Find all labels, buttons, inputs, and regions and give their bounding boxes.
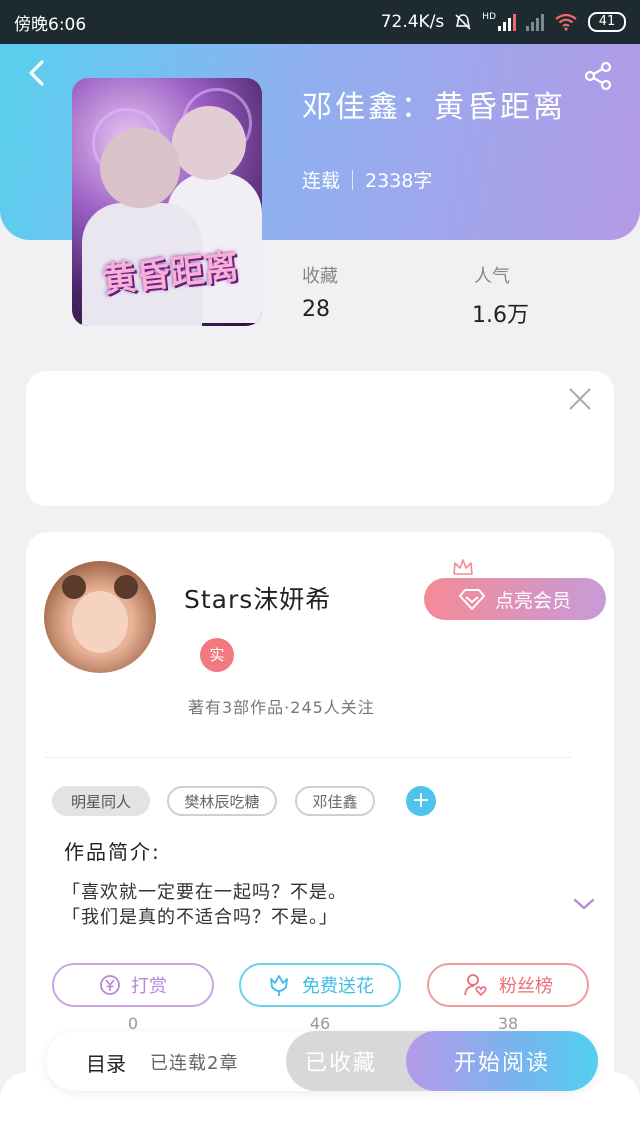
- divider: [44, 757, 572, 758]
- fan-ranking-button[interactable]: 粉丝榜: [427, 963, 589, 1007]
- book-title: 邓佳鑫：黄昏距离: [302, 90, 566, 125]
- hd-label: HD: [482, 12, 496, 22]
- close-icon[interactable]: [568, 387, 592, 411]
- tip-button[interactable]: 打赏: [52, 963, 214, 1007]
- book-cover[interactable]: 黄昏距离: [72, 78, 262, 326]
- status-bar: 傍晚6:06 72.4K/s HD 41: [0, 0, 640, 44]
- status-time: 傍晚6:06: [14, 14, 87, 35]
- intro-text-line: 「我们是真的不适合吗？不是。」: [62, 907, 338, 928]
- meta-divider: [352, 169, 354, 190]
- vip-button-label: 点亮会员: [494, 589, 571, 612]
- cover-figure: [172, 106, 246, 180]
- book-meta: 连载 2338字: [302, 166, 432, 193]
- status-icons: 72.4K/s HD 41: [381, 12, 626, 32]
- vip-button[interactable]: 点亮会员: [424, 578, 606, 620]
- share-icon[interactable]: [582, 60, 614, 92]
- toc-status[interactable]: 已连载2章: [150, 1049, 238, 1075]
- flower-icon: [270, 975, 288, 996]
- author-name[interactable]: Stars沫妍希: [184, 580, 331, 616]
- start-reading-button[interactable]: 开始阅读: [406, 1031, 598, 1091]
- signal-2-icon: [526, 13, 544, 31]
- mute-bell-icon: [455, 14, 471, 30]
- yen-coin-icon: [100, 975, 120, 995]
- tip-label: 打赏: [131, 976, 167, 997]
- battery-indicator: 41: [588, 12, 626, 32]
- avatar-detail: [62, 575, 86, 599]
- avatar-detail: [114, 575, 138, 599]
- tag-item[interactable]: 樊林辰吃糖: [167, 786, 277, 816]
- diamond-icon: [458, 589, 485, 610]
- add-tag-button[interactable]: +: [406, 786, 436, 816]
- fan-ranking-label: 粉丝榜: [499, 976, 553, 997]
- popularity-label: 人气: [474, 266, 510, 287]
- author-avatar[interactable]: [44, 561, 156, 673]
- toc-button[interactable]: 目录: [86, 1048, 126, 1077]
- wifi-icon: [555, 13, 577, 31]
- intro-label: 作品简介:: [64, 840, 161, 864]
- verified-badge: 实: [200, 638, 234, 672]
- book-status: 连载: [302, 170, 341, 192]
- signal-icon: [498, 13, 516, 31]
- word-count: 2338字: [365, 170, 433, 192]
- favorites-label: 收藏: [302, 266, 338, 287]
- author-stats: 著有3部作品·245人关注: [188, 698, 375, 717]
- cover-figure: [100, 128, 180, 208]
- network-speed: 72.4K/s: [380, 12, 445, 32]
- ad-banner[interactable]: [26, 371, 614, 506]
- chevron-down-icon[interactable]: [572, 896, 596, 912]
- favorite-button-label: 已收藏: [304, 1051, 377, 1076]
- user-heart-icon: [464, 974, 487, 997]
- flower-button[interactable]: 免费送花: [239, 963, 401, 1007]
- flower-label: 免费送花: [302, 976, 374, 997]
- favorites-value: 28: [302, 297, 330, 322]
- tag-item[interactable]: 明星同人: [52, 786, 150, 816]
- popularity-value: 1.6万: [472, 303, 529, 328]
- tag-item[interactable]: 邓佳鑫: [295, 786, 375, 816]
- start-reading-label: 开始阅读: [453, 1051, 550, 1076]
- avatar-detail: [72, 591, 128, 653]
- crown-icon: [453, 559, 473, 575]
- back-arrow-icon[interactable]: [22, 58, 52, 88]
- intro-text-line: 「喜欢就一定要在一起吗？不是。: [62, 882, 347, 903]
